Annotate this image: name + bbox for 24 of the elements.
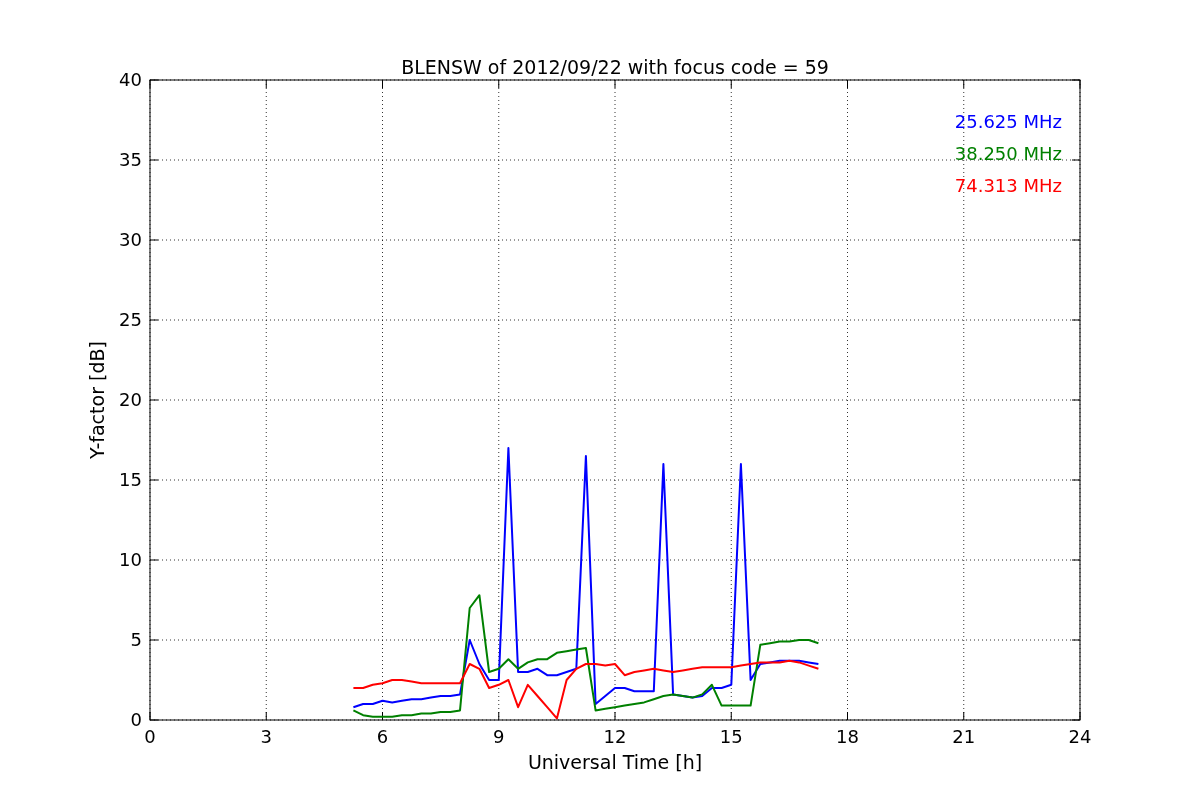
x-tick-label: 21 xyxy=(952,726,976,747)
y-tick-label: 20 xyxy=(119,389,142,410)
y-axis-title: Y-factor [dB] xyxy=(86,341,108,459)
legend-label: 25.625 MHz xyxy=(954,111,1062,132)
x-tick-label: 9 xyxy=(493,726,505,747)
y-tick-label: 35 xyxy=(119,149,142,170)
x-tick-label: 15 xyxy=(719,726,743,747)
x-tick-label: 3 xyxy=(260,726,272,747)
y-tick-label: 15 xyxy=(119,469,142,490)
x-tick-label: 0 xyxy=(144,726,156,747)
y-tick-label: 5 xyxy=(130,629,142,650)
x-axis-title: Universal Time [h] xyxy=(527,751,703,773)
legend-label: 38.250 MHz xyxy=(954,143,1062,164)
chart-title: BLENSW of 2012/09/22 with focus code = 59 xyxy=(401,56,829,78)
y-tick-label: 40 xyxy=(119,69,142,90)
y-tick-label: 25 xyxy=(119,309,142,330)
x-tick-label: 12 xyxy=(603,726,627,747)
y-tick-label: 10 xyxy=(119,549,142,570)
y-tick-label: 0 xyxy=(130,709,142,730)
x-tick-label: 6 xyxy=(376,726,389,747)
legend-label: 74.313 MHz xyxy=(954,175,1062,196)
x-tick-label: 24 xyxy=(1068,726,1092,747)
x-tick-label: 18 xyxy=(836,726,859,747)
y-tick-label: 30 xyxy=(119,229,142,250)
